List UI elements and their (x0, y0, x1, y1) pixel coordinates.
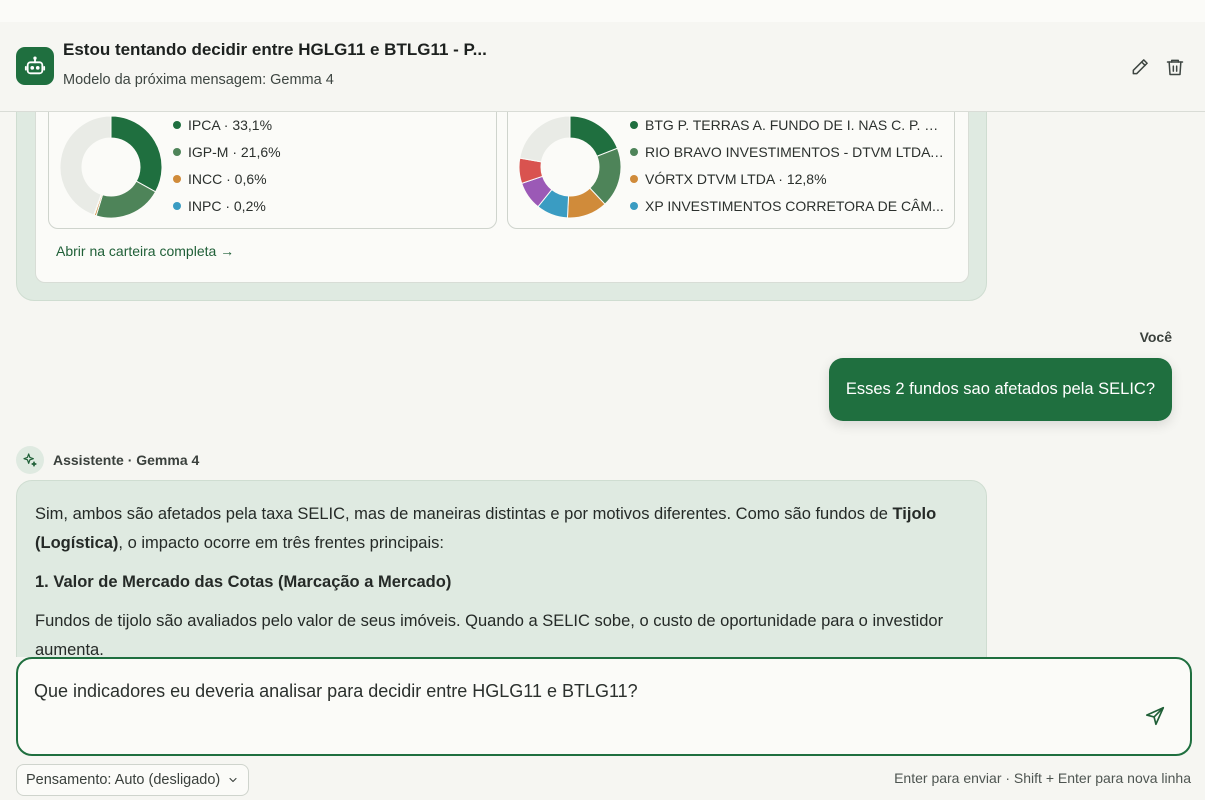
open-portfolio-link[interactable]: Abrir na carteira completa → (56, 243, 234, 259)
legend-item: INPC · 0,2% (173, 192, 488, 219)
top-strip (0, 0, 1205, 22)
donut-slice (95, 180, 157, 219)
robot-icon (16, 47, 54, 85)
chevron-down-icon (229, 777, 237, 783)
administrator-chart-card: BTG P. TERRAS A. FUNDO DE I. NAS C. P. D… (507, 112, 955, 229)
legend-label: BTG P. TERRAS A. FUNDO DE I. NAS C. P. D… (645, 116, 946, 133)
assistant-paragraph: Sim, ambos são afetados pela taxa SELIC,… (35, 500, 968, 558)
legend-label: INPC · 0,2% (188, 197, 266, 214)
legend-item: IGP-M · 21,6% (173, 138, 488, 165)
donut-slice (569, 115, 619, 157)
send-button[interactable] (1142, 703, 1168, 729)
indexer-chart-card: IPCA · 33,1% IGP-M · 21,6% INCC · 0,6% I… (48, 112, 497, 229)
thinking-mode-select[interactable]: Pensamento: Auto (desligado) (16, 764, 250, 796)
legend-label: IGP-M · 21,6% (188, 143, 281, 160)
thinking-mode-label: Pensamento: Auto (desligado) (26, 772, 221, 788)
paragraph-text: , o impacto ocorre em três frentes princ… (118, 534, 444, 552)
message-composer[interactable]: Que indicadores eu deveria analisar para… (16, 657, 1192, 756)
administrator-donut-chart (518, 115, 622, 219)
legend-item: INCC · 0,6% (173, 165, 488, 192)
chat-header: Estou tentando decidir entre HGLG11 e BT… (0, 22, 1205, 112)
sparkle-icon (16, 446, 44, 474)
message-list[interactable]: Abrir na carteira completa → IPCA · 33,1… (0, 112, 1205, 657)
donut-slice (110, 115, 163, 193)
administrator-legend: BTG P. TERRAS A. FUNDO DE I. NAS C. P. D… (630, 112, 946, 219)
assistant-heading: 1. Valor de Mercado das Cotas (Marcação … (35, 573, 452, 591)
indexer-legend: IPCA · 33,1% IGP-M · 21,6% INCC · 0,6% I… (173, 112, 488, 219)
indexer-donut-chart (59, 115, 163, 219)
assistant-label: Assistente · Gemma 4 (53, 452, 200, 468)
legend-label: XP INVESTIMENTOS CORRETORA DE CÂM... (645, 197, 944, 214)
legend-label: VÓRTX DTVM LTDA · 12,8% (645, 170, 827, 187)
legend-item: RIO BRAVO INVESTIMENTOS - DTVM LTDA · ..… (630, 138, 946, 165)
send-icon (1145, 706, 1165, 726)
legend-item: XP INVESTIMENTOS CORRETORA DE CÂM... (630, 192, 946, 219)
legend-label: INCC · 0,6% (188, 170, 267, 187)
chat-title: Estou tentando decidir entre HGLG11 e BT… (63, 40, 487, 59)
assistant-paragraph: Fundos de tijolo são avaliados pelo valo… (35, 612, 944, 657)
donut-slice (519, 115, 571, 163)
legend-label: IPCA · 33,1% (188, 116, 273, 133)
paragraph-text: Sim, ambos são afetados pela taxa SELIC,… (35, 505, 893, 523)
composer-input[interactable]: Que indicadores eu deveria analisar para… (34, 681, 638, 702)
trash-icon[interactable] (1164, 56, 1186, 78)
legend-label: RIO BRAVO INVESTIMENTOS - DTVM LTDA · ..… (645, 143, 946, 160)
user-message: Esses 2 fundos sao afetados pela SELIC? (828, 358, 1172, 421)
legend-item: VÓRTX DTVM LTDA · 12,8% (630, 165, 946, 192)
legend-item: IPCA · 33,1% (173, 112, 488, 138)
keyboard-hint: Enter para enviar · Shift + Enter para n… (894, 770, 1191, 786)
model-indicator: Modelo da próxima mensagem: Gemma 4 (63, 72, 334, 88)
pencil-icon[interactable] (1129, 56, 1151, 78)
user-label: Você (1139, 329, 1172, 345)
assistant-message: Sim, ambos são afetados pela taxa SELIC,… (16, 480, 987, 657)
legend-item: BTG P. TERRAS A. FUNDO DE I. NAS C. P. D… (630, 112, 946, 138)
